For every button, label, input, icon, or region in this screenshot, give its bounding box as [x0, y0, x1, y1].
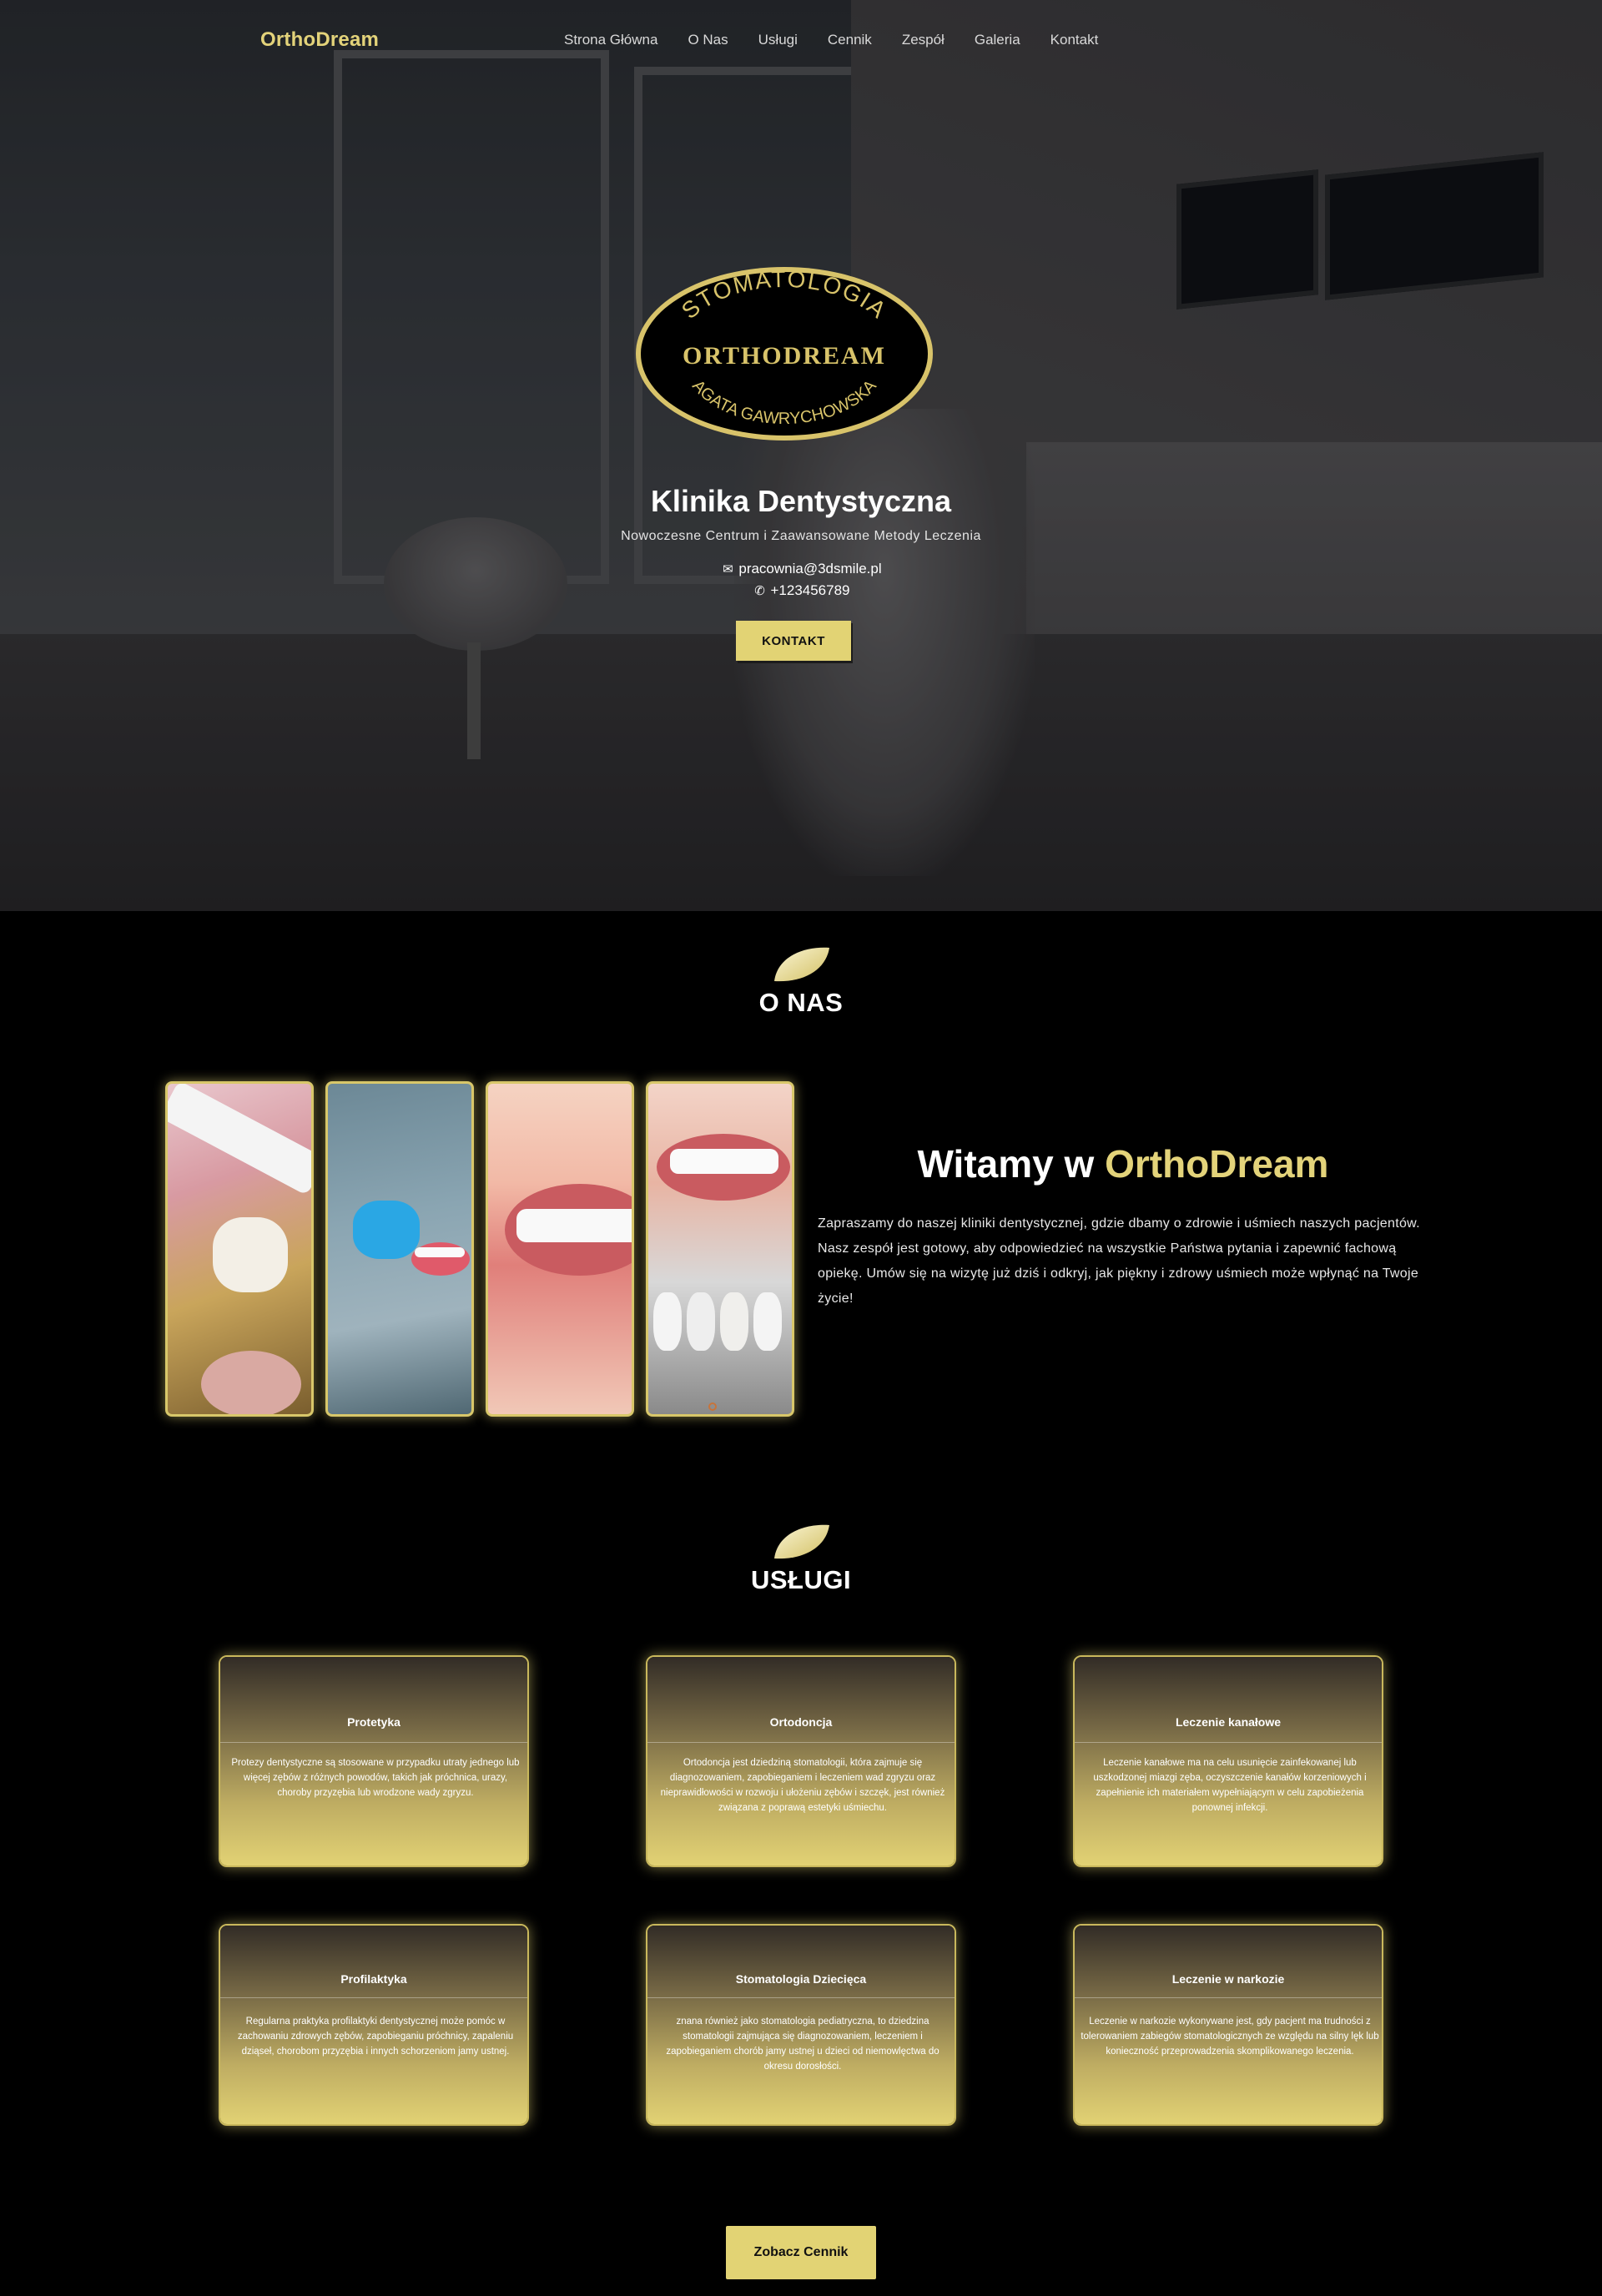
- about-title: O NAS: [758, 988, 844, 1017]
- nav-link-gallery[interactable]: Galeria: [975, 32, 1020, 48]
- top-navigation: OrthoDream Strona Główna O Nas Usługi Ce…: [0, 0, 1602, 83]
- about-image-gallery: [165, 1081, 796, 1417]
- main-menu: Strona Główna O Nas Usługi Cennik Zespół…: [564, 32, 1098, 48]
- welcome-accent: OrthoDream: [1105, 1142, 1329, 1186]
- service-title: Stomatologia Dziecięca: [735, 1972, 867, 1986]
- about-description: Zapraszamy do naszej kliniki dentystyczn…: [818, 1216, 1420, 1306]
- nav-link-team[interactable]: Zespół: [902, 32, 945, 48]
- welcome-heading: Witamy w OrthoDream: [818, 1141, 1428, 1186]
- hero-subtitle: Nowoczesne Centrum i Zaawansowane Metody…: [621, 529, 981, 543]
- service-card-anesthesia[interactable]: Leczenie w narkozie Leczenie w narkozie …: [1073, 1924, 1383, 2126]
- welcome-prefix: Witamy w: [917, 1142, 1095, 1186]
- gallery-image-dental-implant[interactable]: [165, 1081, 314, 1417]
- contact-button[interactable]: KONTAKT: [736, 621, 851, 661]
- service-divider: [647, 1997, 955, 1998]
- gallery-image-tooth-shades[interactable]: [646, 1081, 794, 1417]
- service-description: Regularna praktyka profilaktyki dentysty…: [237, 2017, 514, 2057]
- services-title: USŁUGI: [750, 1565, 852, 1594]
- hero-title: Klinika Dentystyczna: [650, 484, 952, 518]
- clinic-logo-seal: STOMATOLOGIA ORTHODREAM AGATA GAWRYCHOWS…: [636, 266, 933, 441]
- service-card-pediatric[interactable]: Stomatologia Dziecięca znana również jak…: [646, 1924, 956, 2126]
- logo-main-text: ORTHODREAM: [683, 342, 886, 370]
- hero-phone[interactable]: ✆ +123456789: [0, 582, 1602, 599]
- hero-section: OrthoDream Strona Główna O Nas Usługi Ce…: [0, 0, 1602, 911]
- service-description: Ortodoncja jest dziedziną stomatologii, …: [660, 1758, 945, 1813]
- hero-overlay: [0, 0, 1602, 911]
- phone-text: +123456789: [770, 582, 850, 598]
- service-divider: [1075, 1742, 1382, 1743]
- service-description: znana również jako stomatologia pediatry…: [666, 2017, 940, 2072]
- leaf-icon: [774, 1524, 829, 1559]
- nav-link-pricing[interactable]: Cennik: [828, 32, 872, 48]
- service-card-root-canal[interactable]: Leczenie kanałowe Leczenie kanałowe ma n…: [1073, 1655, 1383, 1867]
- nav-link-contact[interactable]: Kontakt: [1050, 32, 1099, 48]
- service-card-prophylaxis[interactable]: Profilaktyka Regularna praktyka profilak…: [219, 1924, 529, 2126]
- nav-link-home[interactable]: Strona Główna: [564, 32, 657, 48]
- service-divider: [220, 1742, 527, 1743]
- service-description: Leczenie w narkozie wykonywane jest, gdy…: [1081, 2017, 1379, 2057]
- circle-icon: [708, 1402, 717, 1411]
- leaf-icon: [774, 947, 829, 982]
- gallery-image-dentist-model[interactable]: [325, 1081, 474, 1417]
- service-card-orthodontics[interactable]: Ortodoncja Ortodoncja jest dziedziną sto…: [646, 1655, 956, 1867]
- service-title: Leczenie kanałowe: [1175, 1715, 1282, 1729]
- hero-email[interactable]: ✉ pracownia@3dsmile.pl: [0, 561, 1602, 577]
- service-divider: [647, 1742, 955, 1743]
- envelope-icon: ✉: [723, 562, 733, 577]
- service-title: Protetyka: [347, 1715, 400, 1729]
- services-heading: USŁUGI: [0, 1522, 1602, 1595]
- email-text: pracownia@3dsmile.pl: [738, 561, 882, 577]
- service-divider: [1075, 1997, 1382, 1998]
- nav-link-about[interactable]: O Nas: [688, 32, 728, 48]
- nav-link-services[interactable]: Usługi: [758, 32, 798, 48]
- view-pricing-button[interactable]: Zobacz Cennik: [726, 2226, 876, 2279]
- gallery-image-aligner-smile[interactable]: [486, 1081, 634, 1417]
- service-title: Ortodoncja: [769, 1715, 833, 1729]
- service-divider: [220, 1997, 527, 1998]
- service-title: Leczenie w narkozie: [1171, 1972, 1285, 1986]
- service-description: Leczenie kanałowe ma na celu usunięcie z…: [1093, 1758, 1367, 1813]
- service-card-prosthetics[interactable]: Protetyka Protezy dentystyczne są stosow…: [219, 1655, 529, 1867]
- service-description: Protezy dentystyczne są stosowane w przy…: [231, 1758, 520, 1798]
- about-heading: O NAS: [0, 944, 1602, 1018]
- service-title: Profilaktyka: [340, 1972, 407, 1986]
- brand-logo-text[interactable]: OrthoDream: [260, 28, 379, 52]
- phone-icon: ✆: [754, 584, 765, 598]
